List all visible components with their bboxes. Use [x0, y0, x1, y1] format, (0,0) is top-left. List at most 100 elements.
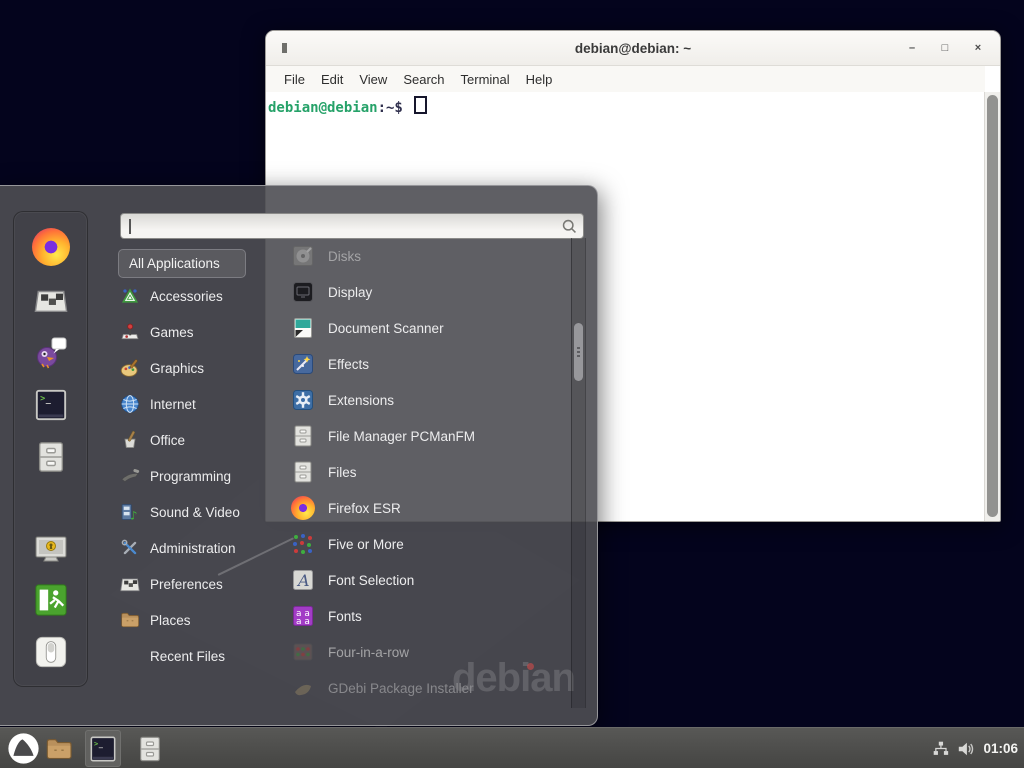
menu-view[interactable]: View [359, 72, 387, 87]
search-box[interactable] [120, 213, 584, 239]
log-out-button[interactable] [34, 583, 68, 617]
lock-screen-icon [33, 531, 69, 567]
pidgin-icon [33, 334, 69, 370]
category-internet[interactable]: Internet [118, 386, 284, 422]
app-four-in-a-row[interactable]: Four-in-a-row [286, 634, 569, 670]
text-caret [129, 219, 131, 234]
menu-orb-icon [7, 732, 40, 765]
five-or-more-icon [291, 532, 315, 556]
file-cabinet-icon [34, 440, 68, 474]
terminal-scrollbar-thumb[interactable] [987, 95, 998, 517]
application-list: Disks Display Document Scanner Effects E… [286, 238, 569, 706]
app-display[interactable]: Display [286, 274, 569, 310]
terminal-icon [34, 388, 68, 422]
file-cabinet-icon [136, 735, 164, 763]
volume-icon[interactable] [957, 740, 975, 758]
shut-down-icon [34, 635, 68, 669]
taskbar: 01:06 [0, 727, 1024, 768]
desktop: debian@debian: ~ – □ × File Edit View Se… [0, 0, 1024, 768]
administration-icon [120, 538, 140, 558]
app-files[interactable]: Files [286, 454, 569, 490]
disks-icon [291, 244, 315, 268]
network-icon[interactable] [932, 740, 949, 757]
clock[interactable]: 01:06 [983, 741, 1018, 756]
system-tray: 01:06 [932, 728, 1018, 768]
menu-search[interactable]: Search [403, 72, 444, 87]
app-font-selection[interactable]: Font Selection [286, 562, 569, 598]
app-firefox-esr[interactable]: Firefox ESR [286, 490, 569, 526]
search-input[interactable] [128, 216, 552, 238]
window-controls: – □ × [906, 31, 984, 65]
terminal-menubar: File Edit View Search Terminal Help [266, 66, 985, 92]
office-icon [120, 430, 140, 450]
menu-terminal[interactable]: Terminal [461, 72, 510, 87]
close-button[interactable]: × [972, 43, 984, 54]
all-applications-label: All Applications [129, 256, 220, 271]
document-scanner-icon [291, 316, 315, 340]
category-accessories[interactable]: Accessories [118, 278, 284, 314]
category-administration[interactable]: Administration [118, 530, 284, 566]
category-office[interactable]: Office [118, 422, 284, 458]
category-sound-video[interactable]: Sound & Video [118, 494, 284, 530]
file-cabinet-launcher[interactable] [136, 735, 164, 763]
terminal-titlebar[interactable]: debian@debian: ~ – □ × [266, 31, 1000, 66]
gdebi-icon [291, 676, 315, 700]
fonts-icon [291, 604, 315, 628]
menu-scrollbar[interactable] [571, 238, 586, 708]
favorite-terminal[interactable] [34, 388, 68, 422]
window-title: debian@debian: ~ [266, 41, 1000, 56]
shut-down-button[interactable] [34, 635, 68, 669]
category-graphics[interactable]: Graphics [118, 350, 284, 386]
category-recent-files[interactable]: Recent Files [118, 638, 284, 674]
file-manager-launcher[interactable] [44, 735, 74, 763]
minimize-button[interactable]: – [906, 43, 918, 54]
favorites-panel [13, 211, 88, 687]
app-five-or-more[interactable]: Five or More [286, 526, 569, 562]
terminal-taskbar-button-active[interactable] [85, 730, 121, 767]
accessories-icon [120, 286, 140, 306]
app-effects[interactable]: Effects [286, 346, 569, 382]
font-selection-icon [291, 568, 315, 592]
category-list: Accessories Games Graphics Internet Offi… [118, 278, 284, 674]
lock-screen-button[interactable] [33, 531, 69, 567]
menu-button[interactable] [7, 732, 40, 765]
category-games[interactable]: Games [118, 314, 284, 350]
maximize-button[interactable]: □ [939, 43, 951, 54]
category-preferences[interactable]: Preferences [118, 566, 284, 602]
menu-scrollbar-thumb[interactable] [574, 323, 583, 381]
menu-file[interactable]: File [284, 72, 305, 87]
graphics-icon [120, 358, 140, 378]
app-fonts[interactable]: Fonts [286, 598, 569, 634]
app-file-manager-pcmanfm[interactable]: File Manager PCManFM [286, 418, 569, 454]
firefox-icon [32, 228, 70, 266]
category-places[interactable]: Places [118, 602, 284, 638]
category-programming[interactable]: Programming [118, 458, 284, 494]
app-disks[interactable]: Disks [286, 238, 569, 274]
four-in-a-row-icon [291, 640, 315, 664]
favorite-firefox[interactable] [32, 228, 70, 266]
favorite-file-cabinet[interactable] [34, 440, 68, 474]
menu-help[interactable]: Help [526, 72, 553, 87]
app-document-scanner[interactable]: Document Scanner [286, 310, 569, 346]
file-cabinet-icon [291, 460, 315, 484]
prompt-user: debian@debian [268, 100, 378, 116]
search-icon [561, 218, 578, 235]
firefox-icon [291, 496, 315, 520]
app-extensions[interactable]: Extensions [286, 382, 569, 418]
effects-icon [291, 352, 315, 376]
file-cabinet-icon [291, 424, 315, 448]
preferences-icon [120, 574, 140, 594]
terminal-scrollbar[interactable] [984, 92, 1000, 521]
folder-icon [44, 735, 74, 763]
favorite-pidgin[interactable] [33, 334, 69, 370]
menu-edit[interactable]: Edit [321, 72, 343, 87]
terminal-icon [89, 735, 117, 763]
internet-icon [120, 394, 140, 414]
app-gdebi-package-installer[interactable]: GDebi Package Installer [286, 670, 569, 706]
favorite-control-center[interactable] [34, 283, 68, 317]
places-icon [120, 610, 140, 630]
application-menu: debian All Applications Accessories Game… [0, 185, 598, 726]
all-applications-button[interactable]: All Applications [118, 249, 246, 278]
window-icon [282, 43, 287, 53]
log-out-icon [34, 583, 68, 617]
